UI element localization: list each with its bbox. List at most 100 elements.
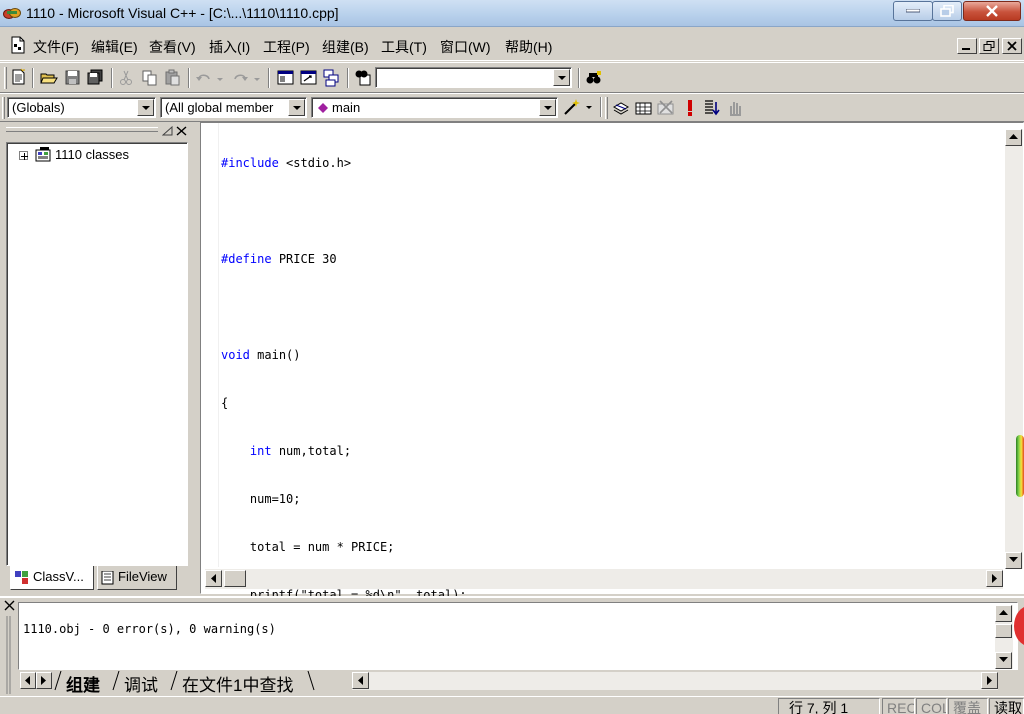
tab-debug[interactable]: 调试 — [124, 671, 158, 696]
find-combo-dropdown[interactable] — [553, 69, 570, 86]
menu-tools[interactable]: 工具(T) — [381, 37, 427, 57]
output-horizontal-scrollbar[interactable] — [352, 672, 998, 690]
toolbar-grip[interactable] — [4, 67, 7, 89]
breakpoint-hand-icon[interactable] — [726, 99, 744, 117]
menu-edit[interactable]: 编辑(E) — [91, 37, 138, 57]
scroll-up-button[interactable] — [1005, 129, 1022, 146]
tab-fileview[interactable]: FileView — [97, 566, 177, 590]
undo-dropdown-icon[interactable] — [216, 76, 224, 84]
output-grip-icon[interactable] — [4, 616, 14, 696]
menu-file[interactable]: 文件(F) — [33, 37, 79, 57]
tab-classview[interactable]: ClassV... — [10, 566, 94, 590]
find-in-files-icon[interactable] — [354, 69, 372, 87]
toolbar-grip[interactable] — [605, 97, 608, 119]
paste-icon[interactable] — [164, 69, 182, 87]
scope-combo[interactable]: (Globals) — [7, 97, 156, 118]
compile-icon[interactable] — [612, 99, 630, 117]
tab-scroll-left-button[interactable] — [20, 672, 36, 689]
undo-icon[interactable] — [195, 69, 213, 87]
child-restore-button[interactable] — [979, 38, 999, 54]
function-combo[interactable]: main — [311, 97, 558, 118]
workspace-window-icon[interactable] — [277, 69, 295, 87]
open-folder-icon[interactable] — [40, 69, 58, 87]
output-text-area[interactable]: 1110.obj - 0 error(s), 0 warning(s) — [18, 602, 1018, 670]
editor-horizontal-scrollbar[interactable] — [205, 569, 1003, 589]
editor-vertical-scrollbar[interactable] — [1005, 129, 1024, 569]
toolbar-separator — [111, 68, 113, 88]
workspace-grip[interactable] — [6, 127, 158, 132]
code-line[interactable]: total = num * PRICE; — [221, 539, 467, 555]
output-window-icon[interactable] — [300, 69, 318, 87]
code-editor[interactable]: #include <stdio.h> #define PRICE 30 void… — [200, 122, 1024, 650]
output-close-icon[interactable] — [4, 600, 15, 611]
find-combo[interactable] — [375, 67, 572, 88]
scroll-thumb[interactable] — [1016, 435, 1024, 497]
menu-help[interactable]: 帮助(H) — [505, 37, 552, 57]
tab-scroll-right-button[interactable] — [36, 672, 52, 689]
status-col: COL — [916, 698, 947, 714]
wizard-wand-icon[interactable] — [562, 98, 580, 116]
save-all-icon[interactable] — [86, 69, 104, 87]
members-combo-dropdown[interactable] — [288, 99, 305, 116]
scroll-right-button[interactable] — [981, 672, 998, 689]
code-line[interactable]: int num,total; — [221, 443, 467, 459]
menu-build[interactable]: 组建(B) — [322, 37, 369, 57]
menu-window[interactable]: 窗口(W) — [440, 37, 491, 57]
class-tree[interactable]: 1110 classes — [6, 142, 188, 566]
toolbar-grip[interactable] — [2, 97, 5, 119]
selection-margin[interactable] — [201, 123, 219, 567]
tree-node-project-classes[interactable]: 1110 classes — [55, 147, 129, 162]
scope-combo-dropdown[interactable] — [137, 99, 154, 116]
scroll-thumb[interactable] — [995, 624, 1012, 638]
members-combo[interactable]: (All global member — [160, 97, 307, 118]
minimize-button[interactable] — [893, 1, 933, 21]
code-line[interactable] — [221, 203, 467, 219]
output-vertical-scrollbar[interactable] — [995, 605, 1013, 669]
scroll-right-button[interactable] — [986, 570, 1003, 587]
document-icon[interactable] — [9, 36, 27, 54]
code-line[interactable]: { — [221, 395, 467, 411]
find-binoculars-icon[interactable] — [585, 70, 603, 88]
child-close-button[interactable] — [1002, 38, 1022, 54]
build-icon[interactable] — [635, 99, 653, 117]
code-line[interactable]: #include <stdio.h> — [221, 155, 467, 171]
execute-icon[interactable] — [681, 99, 699, 117]
tab-find-in-files[interactable]: 在文件1中查找 — [182, 671, 293, 696]
menu-project[interactable]: 工程(P) — [263, 37, 310, 57]
cut-icon[interactable] — [118, 69, 136, 87]
redo-dropdown-icon[interactable] — [253, 76, 261, 84]
dock-arrows-icon[interactable] — [162, 126, 174, 136]
code-line[interactable]: num=10; — [221, 491, 467, 507]
scroll-up-button[interactable] — [995, 605, 1012, 622]
menu-insert[interactable]: 插入(I) — [209, 37, 250, 57]
copy-icon[interactable] — [141, 69, 159, 87]
redo-icon[interactable] — [231, 69, 249, 87]
new-text-file-icon[interactable] — [10, 68, 28, 86]
go-debug-icon[interactable] — [703, 99, 721, 117]
code-line[interactable]: void main() — [221, 347, 467, 363]
menu-view[interactable]: 查看(V) — [149, 37, 196, 57]
close-button[interactable] — [963, 1, 1021, 21]
scroll-left-button[interactable] — [205, 570, 222, 587]
tree-expander-button[interactable] — [19, 151, 28, 160]
title-bar[interactable]: 1110 - Microsoft Visual C++ - [C:\...\11… — [0, 0, 1024, 27]
window-list-icon[interactable] — [323, 69, 341, 87]
visual-cpp-window: 1110 - Microsoft Visual C++ - [C:\...\11… — [0, 0, 1024, 714]
toolbar-separator — [268, 68, 270, 88]
scroll-left-button[interactable] — [352, 672, 369, 689]
code-line[interactable]: #define PRICE 30 — [221, 251, 467, 267]
tab-build[interactable]: 组建 — [66, 671, 100, 696]
scroll-thumb[interactable] — [224, 570, 246, 587]
wizard-dropdown-icon[interactable] — [585, 104, 593, 112]
restore-button[interactable] — [932, 1, 962, 21]
tab-divider — [307, 671, 315, 691]
workspace-close-icon[interactable] — [176, 126, 187, 136]
stop-build-icon[interactable] — [657, 99, 675, 117]
save-icon[interactable] — [64, 69, 82, 87]
scroll-down-button[interactable] — [1005, 552, 1022, 569]
scroll-down-button[interactable] — [995, 652, 1012, 669]
child-minimize-button[interactable] — [957, 38, 977, 54]
visual-cpp-app-icon[interactable] — [3, 6, 21, 20]
code-line[interactable] — [221, 299, 467, 315]
function-combo-dropdown[interactable] — [539, 99, 556, 116]
